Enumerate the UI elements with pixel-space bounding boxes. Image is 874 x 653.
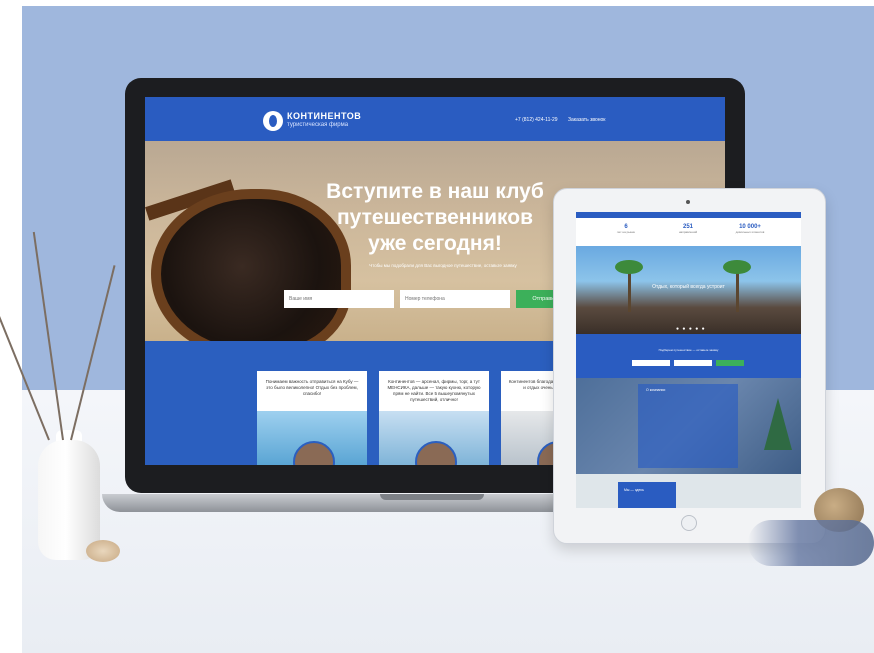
map-section[interactable]: Мы — здесь — [576, 474, 801, 508]
home-button[interactable] — [681, 515, 697, 531]
map-info-box — [618, 482, 676, 508]
map-label: Мы — здесь — [624, 488, 644, 492]
hero-title: Вступите в наш клуб путешественников уже… — [326, 180, 544, 255]
stat-label: направлений — [678, 230, 698, 234]
form-caption: Подберем путешествие — оставьте заявку — [658, 348, 719, 352]
testimonial-text: Понимаем важность отправиться на Кубу — … — [265, 379, 359, 396]
lavender-bunch — [748, 520, 874, 566]
office-section: О компании — [576, 378, 801, 474]
office-title: О компании — [646, 388, 666, 392]
slider-caption: Отдых, который всегда устроит — [652, 284, 725, 290]
phone-field[interactable] — [674, 360, 712, 366]
name-field[interactable] — [632, 360, 670, 366]
brand-subtitle: туристическая фирма — [287, 122, 349, 128]
header-phone[interactable]: +7 (812) 424-11-29 — [515, 117, 558, 123]
beach-slider[interactable]: Отдых, который всегда устроит ● ● ● ● ● — [576, 246, 801, 334]
callback-link[interactable]: Заказать звонок — [568, 117, 605, 123]
testimonial-card: Понимаем важность отправиться на Кубу — … — [257, 371, 367, 465]
seashell — [86, 540, 120, 562]
brand-logo-icon[interactable] — [263, 111, 283, 131]
site-header: КОНТИНЕНТОВ туристическая фирма +7 (812)… — [145, 97, 725, 141]
palm-leaves — [615, 260, 643, 274]
stats-row: 6 лет на рынке 251 направлений 10 000+ д… — [576, 218, 801, 246]
palm-leaves — [723, 260, 751, 274]
testimonial-text: Континентов — арсенал, фирмы, торг, а ту… — [387, 379, 481, 402]
brand-name[interactable]: КОНТИНЕНТОВ — [287, 111, 361, 121]
sunglasses-lens — [151, 189, 351, 359]
tablet-form: Подберем путешествие — оставьте заявку — [576, 334, 801, 378]
laptop-notch — [380, 494, 484, 500]
tablet-screen: 6 лет на рынке 251 направлений 10 000+ д… — [576, 212, 801, 508]
stat-item: 6 лет на рынке — [596, 224, 656, 234]
hero-subtitle: Чтобы мы подобрали для Вас выгодное путе… — [369, 263, 517, 268]
send-button[interactable] — [716, 360, 744, 366]
slider-dots[interactable]: ● ● ● ● ● — [676, 326, 706, 332]
christmas-tree-image — [764, 398, 792, 450]
stat-label: лет на рынке — [616, 230, 636, 234]
stat-item: 10 000+ довольных клиентов — [720, 224, 780, 234]
office-overlay — [638, 384, 738, 468]
phone-input[interactable] — [400, 290, 510, 308]
testimonial-card: Континентов — арсенал, фирмы, торг, а ту… — [379, 371, 489, 465]
stat-label: довольных клиентов — [735, 230, 765, 234]
stat-item: 251 направлений — [658, 224, 718, 234]
tablet-camera — [686, 200, 690, 204]
name-input[interactable] — [284, 290, 394, 308]
